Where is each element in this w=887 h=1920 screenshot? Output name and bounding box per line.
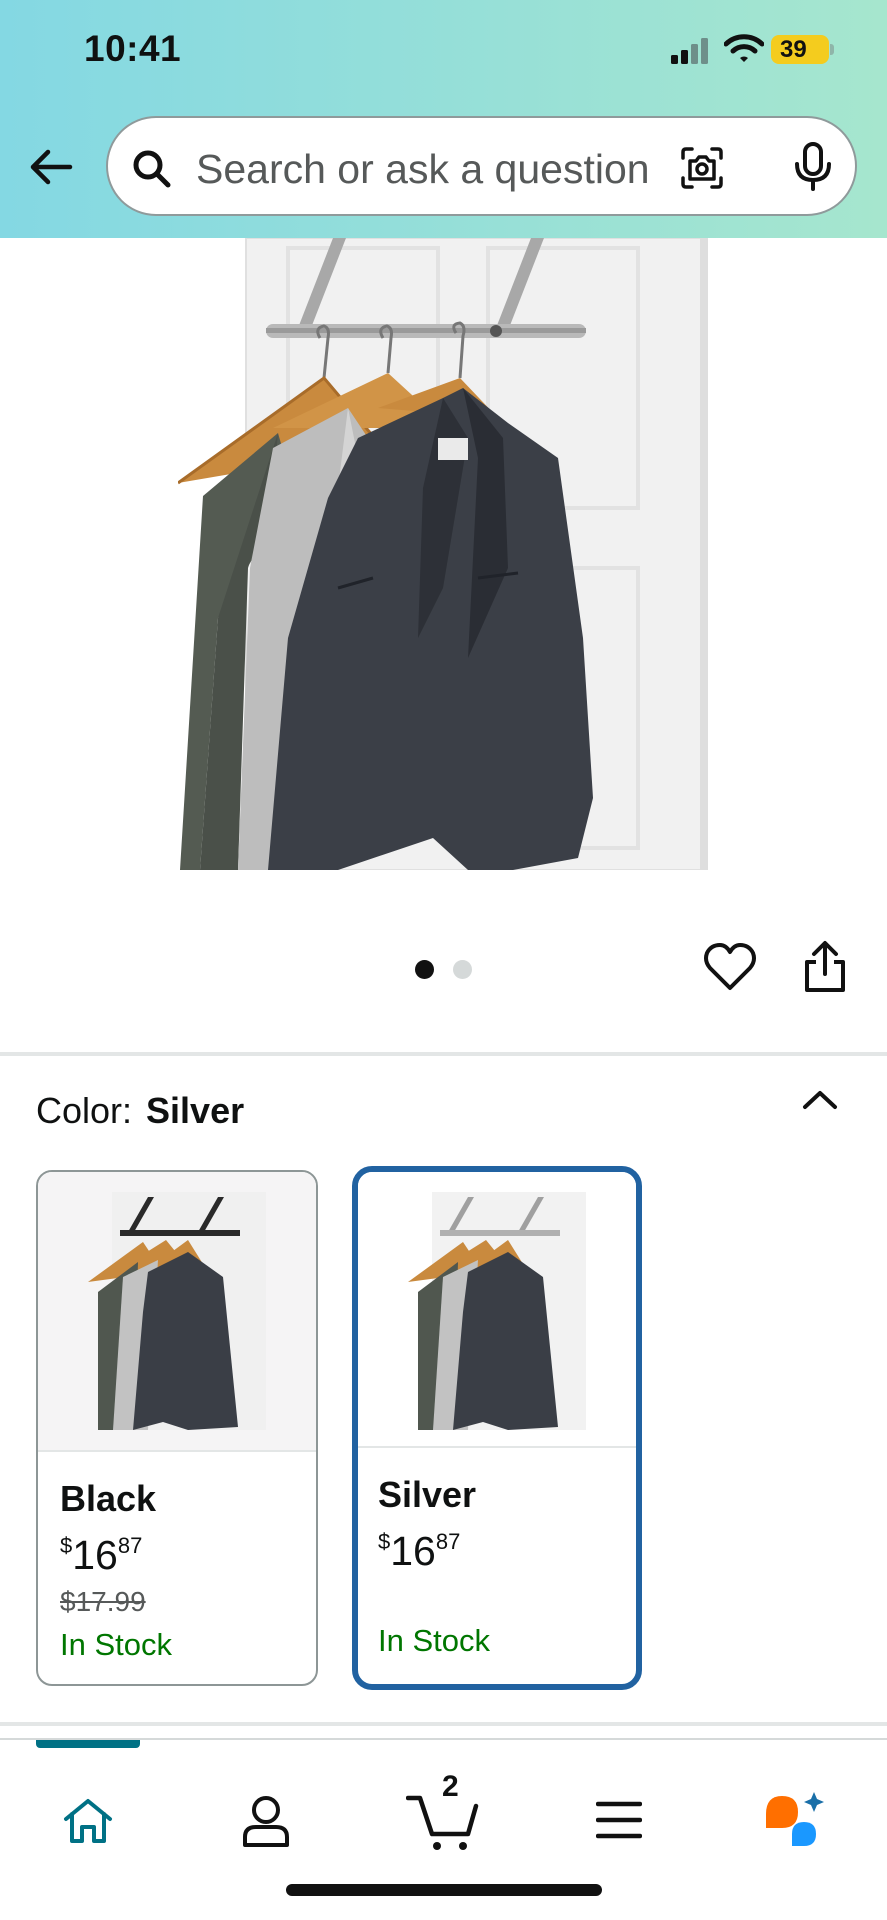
swatch-thumbnail: [408, 1192, 586, 1430]
swatch-price: $1687: [60, 1532, 142, 1579]
color-selected-value: Silver: [146, 1090, 245, 1131]
app-root: 10:41 39 Search or ask a question Color:…: [0, 0, 887, 1920]
home-indicator[interactable]: [286, 1884, 602, 1896]
microphone-icon[interactable]: [791, 142, 835, 192]
price-whole: 16: [72, 1532, 118, 1578]
price-whole: 16: [390, 1528, 436, 1574]
color-label: Color: Silver: [36, 1090, 244, 1132]
chevron-up-icon[interactable]: [799, 1085, 841, 1115]
price-fraction: 87: [435, 1529, 461, 1554]
swatch-thumbnail: [88, 1192, 266, 1430]
back-arrow-icon[interactable]: [26, 142, 76, 192]
color-swatch-silver[interactable]: Silver $1687 In Stock: [352, 1166, 642, 1690]
section-divider: [0, 1052, 887, 1056]
swatch-name: Black: [60, 1478, 157, 1519]
color-label-text: Color:: [36, 1090, 133, 1131]
product-image[interactable]: [178, 238, 708, 870]
cart-count-badge: 2: [442, 1770, 459, 1803]
share-icon[interactable]: [800, 940, 850, 994]
swatch-image: [358, 1172, 636, 1448]
camera-lens-icon[interactable]: [680, 146, 724, 190]
swatch-availability: In Stock: [378, 1623, 490, 1658]
swatch-availability: In Stock: [60, 1627, 172, 1662]
section-divider: [0, 1722, 887, 1726]
swatch-was-price: $17.99: [60, 1586, 146, 1617]
cellular-signal-icon: [671, 38, 708, 64]
status-time: 10:41: [84, 28, 182, 69]
price-fraction: 87: [117, 1533, 143, 1558]
swatch-image: [38, 1172, 316, 1452]
swatch-price: $1687: [378, 1528, 460, 1575]
active-tab-indicator: [36, 1740, 140, 1748]
heart-icon[interactable]: [703, 942, 757, 992]
carousel-dot[interactable]: [453, 960, 472, 979]
color-swatch-black[interactable]: Black $1687 $17.99 In Stock: [36, 1170, 318, 1686]
rufus-icon[interactable]: [762, 1790, 826, 1854]
carousel-dot-active[interactable]: [415, 960, 434, 979]
price-symbol: $: [60, 1533, 73, 1558]
wifi-icon: [724, 34, 764, 62]
header: 10:41 39 Search or ask a question: [0, 0, 887, 238]
search-icon: [133, 150, 171, 188]
search-input[interactable]: Search or ask a question: [196, 146, 650, 193]
menu-icon[interactable]: [596, 1800, 642, 1840]
search-bar[interactable]: Search or ask a question: [106, 116, 857, 216]
battery-indicator: 39: [771, 35, 829, 64]
account-icon[interactable]: [240, 1793, 292, 1847]
price-symbol: $: [378, 1529, 391, 1554]
battery-nub: [830, 44, 834, 55]
swatch-name: Silver: [378, 1474, 477, 1515]
home-icon[interactable]: [62, 1797, 114, 1845]
